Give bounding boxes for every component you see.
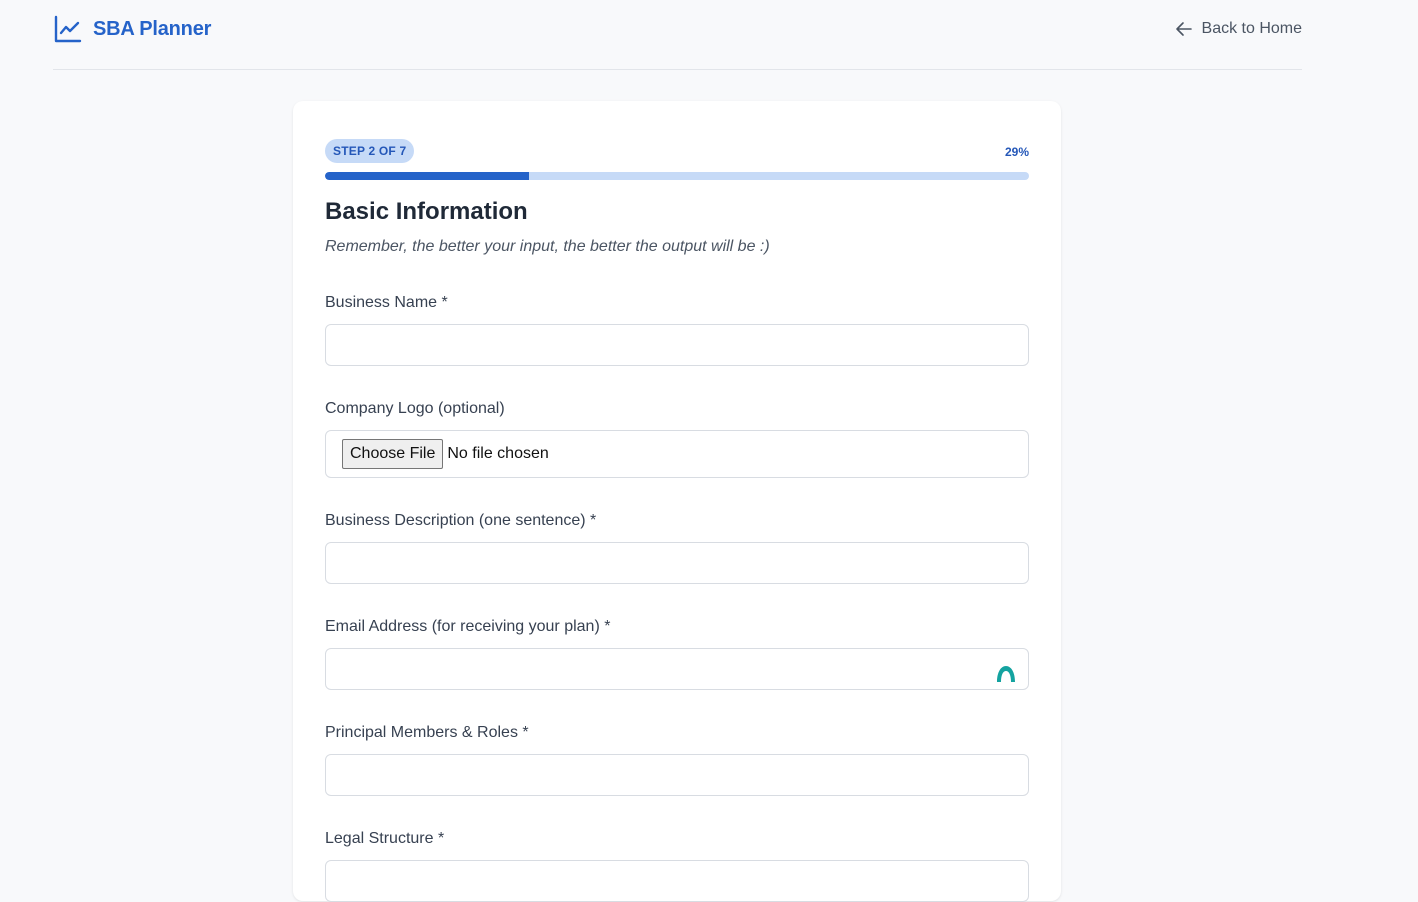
- company-logo-label: Company Logo (optional): [325, 400, 505, 417]
- progress-bar: [325, 172, 1029, 180]
- progress-percent: 29%: [1004, 145, 1029, 159]
- top-navigation-bar: SBA Planner Back to Home: [53, 0, 1302, 70]
- email-label: Email Address (for receiving your plan) …: [325, 618, 611, 635]
- principal-members-label: Principal Members & Roles *: [325, 724, 529, 741]
- email-field: Email Address (for receiving your plan) …: [325, 618, 1029, 690]
- file-status-text: No file chosen: [447, 445, 549, 462]
- business-description-label: Business Description (one sentence) *: [325, 512, 597, 529]
- company-logo-field: Company Logo (optional) Choose File No f…: [325, 400, 1029, 478]
- email-input[interactable]: [325, 648, 1029, 690]
- business-name-field: Business Name *: [325, 294, 1029, 366]
- step-indicator: STEP 2 OF 7 29%: [325, 139, 1029, 164]
- form-content: STEP 2 OF 7 29% Basic Information Rememb…: [325, 139, 1029, 902]
- arrow-left-icon: [1175, 22, 1192, 36]
- password-manager-icon[interactable]: [995, 663, 1017, 685]
- step-badge: STEP 2 OF 7: [325, 139, 415, 163]
- form-card: STEP 2 OF 7 29% Basic Information Rememb…: [293, 101, 1061, 902]
- brand-name: SBA Planner: [93, 17, 212, 40]
- business-name-input[interactable]: [325, 324, 1029, 366]
- brand-logo[interactable]: SBA Planner: [53, 14, 211, 44]
- principal-members-field: Principal Members & Roles *: [325, 724, 1029, 796]
- back-to-home-label: Back to Home: [1201, 20, 1302, 37]
- company-logo-file-input[interactable]: Choose File No file chosen: [325, 430, 1029, 478]
- choose-file-button[interactable]: Choose File: [342, 439, 444, 469]
- progress-bar-fill: [325, 172, 530, 180]
- business-description-field: Business Description (one sentence) *: [325, 512, 1029, 584]
- business-description-input[interactable]: [325, 542, 1029, 584]
- legal-structure-field: Legal Structure *: [325, 830, 1029, 902]
- business-name-label: Business Name *: [325, 294, 448, 311]
- section-subtitle: Remember, the better your input, the bet…: [325, 238, 770, 255]
- back-to-home-link[interactable]: Back to Home: [1174, 18, 1302, 40]
- trend-chart-icon: [54, 15, 82, 43]
- legal-structure-label: Legal Structure *: [325, 830, 445, 847]
- section-title: Basic Information: [325, 198, 528, 225]
- principal-members-input[interactable]: [325, 754, 1029, 796]
- legal-structure-input[interactable]: [325, 860, 1029, 902]
